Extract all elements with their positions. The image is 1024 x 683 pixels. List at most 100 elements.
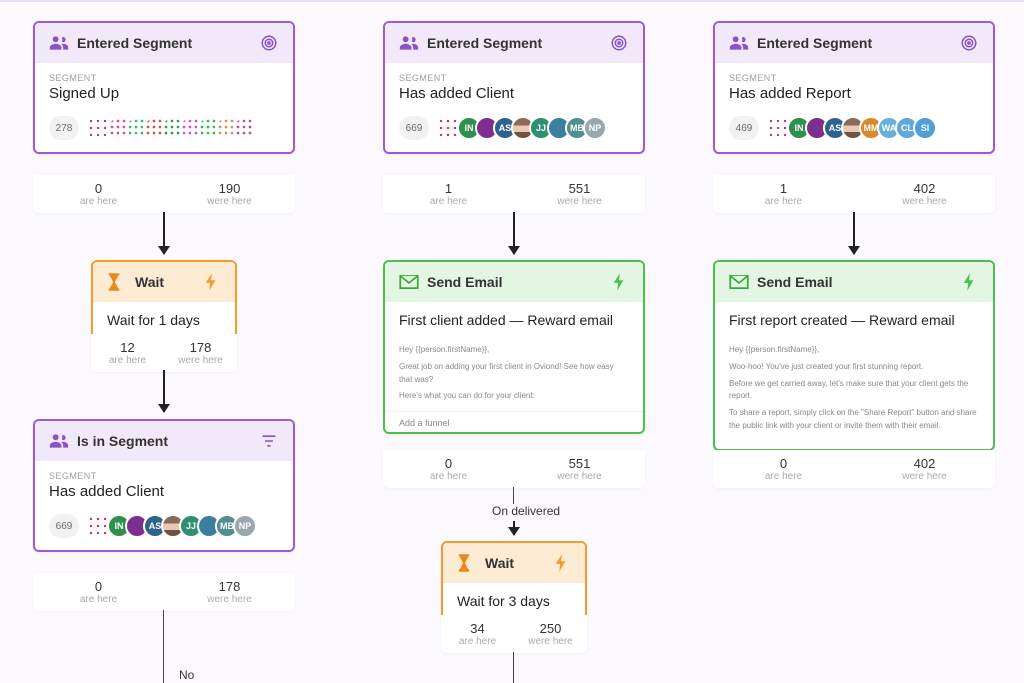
stat-were-here: 250 were here: [514, 621, 587, 647]
edge-label-on-delivered: On delivered: [488, 504, 564, 518]
stat-number: 551: [514, 456, 645, 471]
flow-arrow: [853, 212, 855, 254]
avatar: [233, 116, 257, 140]
stat-label: were here: [164, 355, 237, 366]
stat-are-here: 0 are here: [383, 456, 514, 482]
email-card-first-client[interactable]: Send Email First client added — Reward e…: [383, 260, 645, 434]
people-icon: [729, 35, 751, 51]
people-icon: [49, 35, 71, 51]
card-title: Entered Segment: [77, 35, 259, 51]
stat-number: 12: [91, 340, 164, 355]
bolt-icon: [959, 272, 979, 292]
wait-card-3days[interactable]: Wait Wait for 3 days: [441, 541, 587, 623]
stat-label: were here: [514, 196, 645, 207]
email-preview-line: To share a report, simply click on the "…: [729, 407, 979, 433]
bolt-icon: [201, 272, 221, 292]
wait-duration-text: Wait for 1 days: [107, 312, 221, 328]
avatar: NP: [233, 514, 257, 538]
card-stats-footer: 0 are here 190 were here: [33, 175, 295, 213]
people-icon: [399, 35, 421, 51]
add-funnel-link[interactable]: Add a funnel: [385, 411, 643, 430]
card-title: Is in Segment: [77, 433, 259, 449]
segment-name: Signed Up: [49, 85, 279, 102]
stat-are-here: 1 are here: [713, 181, 854, 207]
stat-are-here: 0 are here: [33, 579, 164, 605]
segment-card-has-added-report[interactable]: Entered Segment SEGMENT Has added Report…: [713, 21, 995, 154]
flow-arrow: [163, 212, 165, 254]
card-body: First client added — Reward email Hey {{…: [385, 302, 643, 432]
stat-number: 0: [713, 456, 854, 471]
card-stats-footer: 0 are here 402 were here: [713, 450, 995, 488]
segment-card-is-in-segment[interactable]: Is in Segment SEGMENT Has added Client 6…: [33, 419, 295, 552]
stat-label: were here: [164, 594, 295, 605]
email-preview-line: Woo-hoo! You've just created your first …: [729, 361, 979, 374]
avatar-placeholder-icon: [87, 515, 109, 537]
email-preview-line: Great job on adding your first client in…: [399, 361, 629, 387]
stat-number: 0: [33, 579, 164, 594]
email-preview-line: Hey {{person.firstName}},: [729, 344, 979, 357]
filter-icon: [259, 431, 279, 451]
target-icon: [609, 33, 629, 53]
segment-label: SEGMENT: [49, 471, 279, 481]
email-preview: Hey {{person.firstName}}, Woo-hoo! You'v…: [729, 344, 979, 433]
card-body: SEGMENT Has added Client 669 INASJJMBNP: [385, 63, 643, 152]
segment-name: Has added Report: [729, 85, 979, 102]
stat-label: are here: [383, 471, 514, 482]
stat-number: 402: [854, 456, 995, 471]
avatar-placeholder-icon: [87, 117, 109, 139]
card-title: Wait: [135, 274, 201, 290]
stat-label: were here: [854, 196, 995, 207]
bolt-icon: [609, 272, 629, 292]
card-body: SEGMENT Has added Client 669 INASJJMBNP: [35, 461, 293, 550]
people-icon: [49, 433, 71, 449]
stat-were-here: 178 were here: [164, 579, 295, 605]
member-count-badge: 669: [49, 514, 79, 538]
flow-arrow: [513, 521, 515, 535]
stat-number: 1: [713, 181, 854, 196]
member-count-badge: 669: [399, 116, 429, 140]
stat-were-here: 190 were here: [164, 181, 295, 207]
segment-card-signed-up[interactable]: Entered Segment SEGMENT Signed Up 278: [33, 21, 295, 154]
stat-were-here: 551 were here: [514, 181, 645, 207]
card-stats-footer: 1 are here 402 were here: [713, 175, 995, 213]
card-header: Wait: [443, 543, 585, 583]
stat-number: 190: [164, 181, 295, 196]
stat-label: were here: [514, 636, 587, 647]
email-subject: First client added — Reward email: [399, 312, 629, 328]
target-icon: [959, 33, 979, 53]
avatar-row: 669 INASJJMBNP: [399, 116, 629, 140]
stat-are-here: 12 are here: [91, 340, 164, 366]
segment-label: SEGMENT: [729, 73, 979, 83]
email-preview-line: Before we get carried away, let's make s…: [729, 378, 979, 404]
stat-label: were here: [514, 471, 645, 482]
stat-label: were here: [854, 471, 995, 482]
hourglass-icon: [107, 273, 129, 291]
envelope-icon: [399, 275, 421, 289]
stat-were-here: 402 were here: [854, 456, 995, 482]
card-title: Send Email: [757, 274, 959, 290]
envelope-icon: [729, 275, 751, 289]
avatar: NP: [583, 116, 607, 140]
wait-duration-text: Wait for 3 days: [457, 593, 571, 609]
stat-label: are here: [713, 196, 854, 207]
segment-label: SEGMENT: [49, 73, 279, 83]
avatar-row: 469 INASMMWACLSI: [729, 116, 979, 140]
card-stats-footer: 0 are here 551 were here: [383, 450, 645, 488]
stat-number: 551: [514, 181, 645, 196]
avatar-placeholder-icon: [437, 117, 459, 139]
segment-name: Has added Client: [399, 85, 629, 102]
card-header: Send Email: [385, 262, 643, 302]
flow-connector: [513, 652, 514, 683]
card-header: Entered Segment: [715, 23, 993, 63]
stat-number: 0: [383, 456, 514, 471]
flow-arrow: [513, 212, 515, 254]
card-header: Is in Segment: [35, 421, 293, 461]
target-icon: [259, 33, 279, 53]
card-stats-footer: 12 are here 178 were here: [91, 334, 237, 372]
edge-label-no: No: [175, 668, 198, 682]
segment-name: Has added Client: [49, 483, 279, 500]
card-body: First report created — Reward email Hey …: [715, 302, 993, 449]
email-card-first-report[interactable]: Send Email First report created — Reward…: [713, 260, 995, 451]
segment-card-has-added-client[interactable]: Entered Segment SEGMENT Has added Client…: [383, 21, 645, 154]
wait-card-1day[interactable]: Wait Wait for 1 days: [91, 260, 237, 342]
